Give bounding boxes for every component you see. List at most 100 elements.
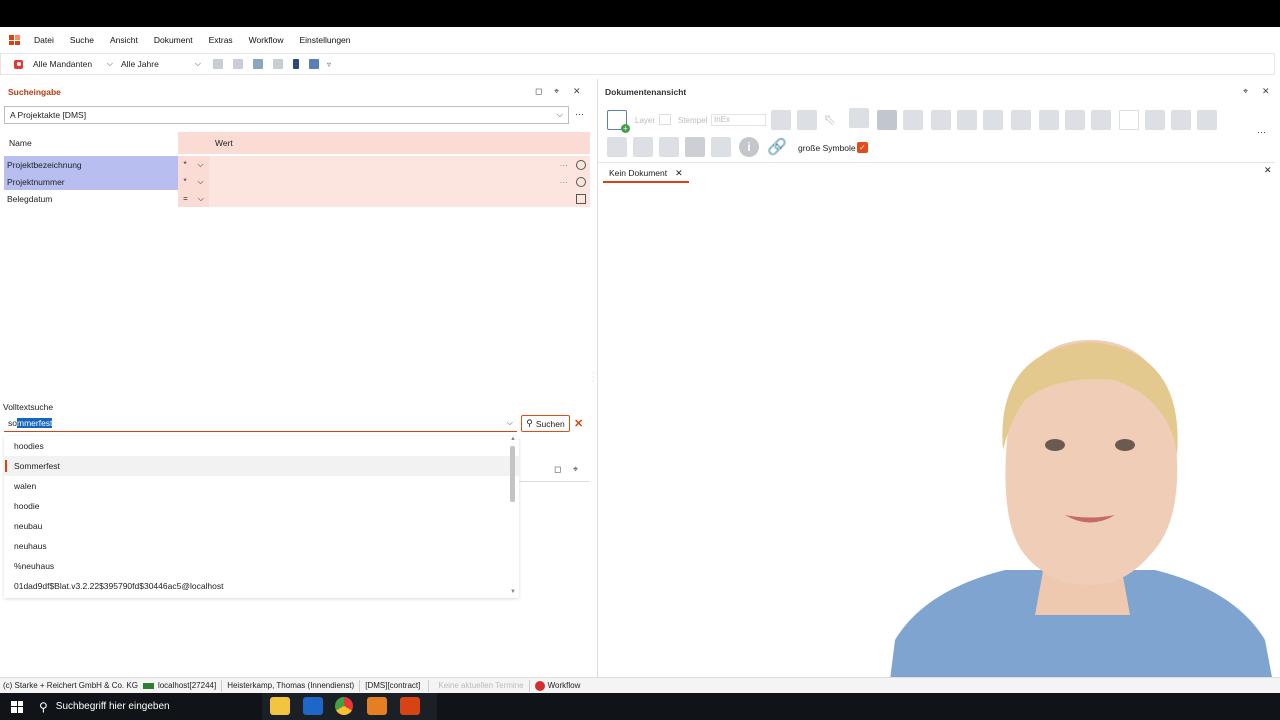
document-icon[interactable] <box>233 59 243 69</box>
operator-select[interactable]: * ⌵ <box>178 156 209 173</box>
table-row[interactable]: Projektbezeichnung * ⌵ ··· <box>4 156 590 173</box>
search-template-select[interactable]: A Projektakte [DMS] ⌵ <box>4 106 569 124</box>
list-item[interactable]: Sommerfest <box>4 456 519 476</box>
pages-icon[interactable] <box>685 137 705 157</box>
menu-einstellungen[interactable]: Einstellungen <box>299 35 350 45</box>
save-icon[interactable] <box>253 59 263 69</box>
clear-icon[interactable]: ✕ <box>574 417 583 430</box>
copy-icon[interactable] <box>213 59 223 69</box>
scroll-down-icon[interactable]: ▼ <box>510 589 516 595</box>
operator-select[interactable]: * ⌵ <box>178 173 209 190</box>
lookup-icon[interactable] <box>576 176 586 187</box>
explorer-icon[interactable] <box>270 697 290 715</box>
note-icon[interactable] <box>659 137 679 157</box>
stamp-icon[interactable] <box>633 137 653 157</box>
more-icon[interactable]: ··· <box>560 177 569 187</box>
archive-icon[interactable] <box>1011 110 1031 130</box>
doc-stack-icon[interactable] <box>1065 110 1085 130</box>
menu-datei[interactable]: Datei <box>34 35 54 45</box>
menu-suche[interactable]: Suche <box>70 35 94 45</box>
list-item[interactable]: walen <box>4 476 519 496</box>
pointer-icon[interactable]: ⇖ <box>823 110 843 130</box>
search-button[interactable]: ⚲ Suchen <box>521 415 570 432</box>
chevron-down-icon: ⌵ <box>556 110 563 119</box>
hand-icon[interactable] <box>849 108 869 128</box>
maximize-icon[interactable]: ◻ <box>554 464 561 475</box>
splitter-handle[interactable]: · · · <box>592 370 594 385</box>
list-item[interactable]: neubau <box>4 516 519 536</box>
close-icon[interactable]: ✕ <box>573 86 581 97</box>
menu-dokument[interactable]: Dokument <box>154 35 193 45</box>
doc-edit-icon[interactable] <box>1197 110 1217 130</box>
list-item[interactable]: hoodie <box>4 496 519 516</box>
windows-start-icon[interactable] <box>11 700 23 713</box>
edit-icon[interactable] <box>931 110 951 130</box>
toolbar-more-icon[interactable]: ▿ <box>327 60 331 69</box>
new-document-icon[interactable]: + <box>607 110 630 133</box>
pin-icon[interactable]: ⌖ <box>554 86 559 97</box>
link-icon[interactable]: 🔗 <box>767 137 787 157</box>
chevron-down-icon[interactable]: ⌵ <box>507 418 513 428</box>
outlook-icon[interactable] <box>303 697 323 715</box>
table-row[interactable]: Projektnummer * ⌵ ··· <box>4 173 590 190</box>
screen-icon[interactable] <box>903 110 923 130</box>
list-item[interactable]: hoodies <box>4 436 519 456</box>
big-symbols-checkbox[interactable]: ✓ <box>857 142 868 153</box>
taskbar-search[interactable]: ⚲ Suchbegriff hier eingeben <box>39 700 170 714</box>
mail-check-icon[interactable] <box>1171 110 1191 130</box>
close-icon[interactable]: ✕ <box>1262 86 1270 97</box>
mail-icon[interactable] <box>1119 110 1139 130</box>
calendar-icon[interactable] <box>273 59 283 69</box>
table-row[interactable]: Belegdatum = ⌵ <box>4 190 590 207</box>
dms-app-icon[interactable] <box>400 697 420 715</box>
operator-select[interactable]: = ⌵ <box>178 190 209 207</box>
menu-extras[interactable]: Extras <box>209 35 233 45</box>
scrollbar-thumb[interactable] <box>510 446 515 502</box>
info-icon[interactable]: i <box>739 137 759 157</box>
list-item[interactable]: neuhaus <box>4 536 519 556</box>
value-input[interactable]: ··· <box>209 156 590 173</box>
chrome-icon[interactable] <box>335 697 353 715</box>
template-more-button[interactable]: ··· <box>575 109 584 119</box>
page-icon[interactable] <box>771 110 791 130</box>
add-user-icon[interactable] <box>1091 110 1111 130</box>
value-input[interactable] <box>209 190 590 207</box>
sign-icon[interactable] <box>607 137 627 157</box>
tab-kein-dokument[interactable]: Kein Dokument ✕ <box>603 165 689 183</box>
maximize-icon[interactable]: ◻ <box>535 86 542 97</box>
more-icon[interactable]: ··· <box>1257 127 1266 137</box>
connection-icon <box>142 682 154 689</box>
pin-icon[interactable]: ⌖ <box>1243 86 1248 97</box>
scroll-up-icon[interactable]: ▲ <box>510 436 516 442</box>
stamp-select[interactable]: InEx <box>711 114 766 126</box>
mail-out-icon[interactable] <box>1145 110 1165 130</box>
calendar-icon[interactable] <box>576 193 586 204</box>
fulltext-input[interactable]: sommerfest ⌵ <box>4 415 517 432</box>
status-workflow[interactable]: Workflow <box>548 681 581 690</box>
users-icon[interactable] <box>309 59 319 69</box>
app-icon[interactable] <box>367 697 387 715</box>
fit-width-icon[interactable] <box>797 110 817 130</box>
lookup-icon[interactable] <box>576 159 586 170</box>
pin-icon[interactable]: ⌖ <box>573 464 578 475</box>
print-icon[interactable] <box>877 110 897 130</box>
list-item[interactable]: 01dad9df$Blat.v3.2.22$395790fd$30446ac5@… <box>4 576 519 596</box>
layer-checkbox[interactable] <box>659 114 671 125</box>
list-item[interactable]: %neuhaus <box>4 556 519 576</box>
year-select[interactable]: Alle Jahre ⌵ <box>121 59 205 69</box>
more-icon[interactable]: ··· <box>560 160 569 170</box>
presenter-figure <box>885 340 1280 720</box>
layer-label: Layer <box>635 116 656 125</box>
close-icon[interactable]: ✕ <box>1264 165 1272 176</box>
refresh-icon[interactable] <box>1039 110 1059 130</box>
menu-ansicht[interactable]: Ansicht <box>110 35 138 45</box>
menu-workflow[interactable]: Workflow <box>249 35 284 45</box>
mandant-select[interactable]: Alle Mandanten ⌵ <box>33 59 117 69</box>
close-icon[interactable]: ✕ <box>675 168 683 179</box>
status-appointments[interactable]: Keine aktuellen Termine <box>438 681 523 690</box>
bin-icon[interactable] <box>293 59 299 69</box>
import-icon[interactable] <box>983 110 1003 130</box>
image-doc-icon[interactable] <box>711 137 731 157</box>
export-icon[interactable] <box>957 110 977 130</box>
value-input[interactable]: ··· <box>209 173 590 190</box>
